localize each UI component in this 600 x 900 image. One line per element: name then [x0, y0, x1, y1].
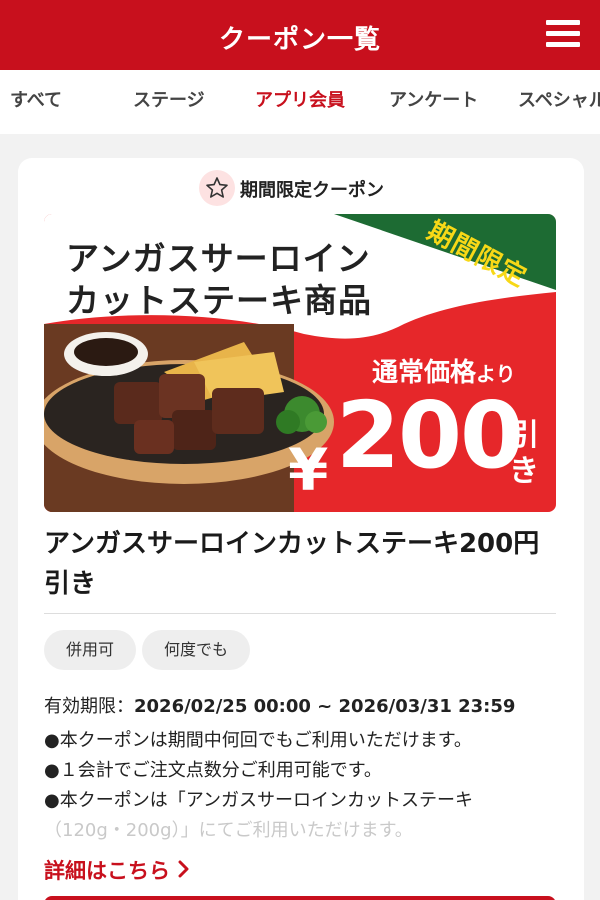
banner-title-line2: カットステーキ商品	[66, 281, 372, 320]
validity-value: 2026/02/25 00:00 ~ 2026/03/31 23:59	[134, 696, 516, 717]
coupon-notes: ●本クーポンは期間中何回でもご利用いただけます。 ●１会計でご注文点数分ご利用可…	[44, 726, 564, 846]
tab-all[interactable]: すべて	[10, 70, 62, 134]
divider	[44, 613, 556, 614]
details-link-label: 詳細はこちら	[44, 859, 170, 883]
tag-combinable: 併用可	[44, 630, 137, 670]
tab-special[interactable]: スペシャル	[518, 70, 600, 134]
coupon-badge: 期間限定クーポン	[18, 170, 584, 206]
discount-amount: 200	[336, 382, 524, 489]
currency-symbol: ¥	[288, 436, 329, 504]
note-item: （120g・200g）」にてご利用いただけます。	[44, 820, 413, 841]
use-coupon-button[interactable]	[44, 896, 556, 900]
details-link[interactable]: 詳細はこちら	[44, 855, 190, 885]
validity-period: 有効期限：2026/02/25 00:00 ~ 2026/03/31 23:59	[44, 692, 515, 718]
banner-title-line1: アンガスサーロイン	[66, 239, 371, 278]
category-tabs: すべて ステージ アプリ会員 アンケート スペシャル	[0, 70, 600, 134]
banner-title: アンガスサーロイン カットステーキ商品	[66, 238, 372, 322]
discount-suffix: 引き	[509, 418, 539, 489]
note-item: ●本クーポンは「アンガスサーロインカットステーキ	[44, 790, 473, 811]
coupon-badge-label: 期間限定クーポン	[240, 180, 384, 201]
validity-label: 有効期限：	[44, 696, 134, 717]
hamburger-menu-icon[interactable]	[546, 20, 580, 48]
chevron-right-icon	[178, 859, 190, 883]
app-header: クーポン一覧	[0, 0, 600, 70]
tag-unlimited-use: 何度でも	[142, 630, 251, 670]
tab-app-member[interactable]: アプリ会員	[255, 70, 345, 134]
note-item: ●本クーポンは期間中何回でもご利用いただけます。	[44, 730, 472, 751]
coupon-card[interactable]: 期間限定クーポン アンガスサーロイン カットステーキ商品 期間限定 通常価格より…	[18, 158, 584, 900]
coupon-banner-image[interactable]: アンガスサーロイン カットステーキ商品 期間限定 通常価格より ¥ 200 引き	[44, 214, 556, 512]
note-item: ●１会計でご注文点数分ご利用可能です。	[44, 760, 382, 781]
star-icon	[199, 170, 235, 206]
tab-stage[interactable]: ステージ	[133, 70, 205, 134]
coupon-title: アンガスサーロインカットステーキ200円引き	[44, 529, 540, 599]
tab-survey[interactable]: アンケート	[389, 70, 478, 134]
page-title: クーポン一覧	[218, 25, 381, 55]
